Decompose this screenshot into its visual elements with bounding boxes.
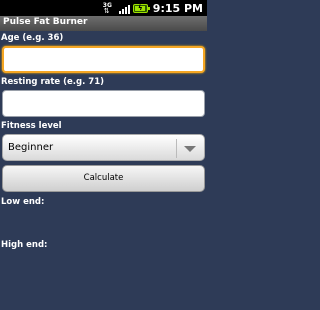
- fitness-level-spinner[interactable]: Beginner: [2, 134, 205, 161]
- status-bar: 3G ⇅ ϟ 9:15 PM: [0, 0, 207, 16]
- app-title: Pulse Fat Burner: [3, 17, 88, 27]
- app-title-bar: Pulse Fat Burner: [0, 16, 207, 31]
- resting-rate-input[interactable]: [2, 90, 205, 117]
- age-input[interactable]: [2, 46, 205, 73]
- status-icons: 3G ⇅ ϟ 9:15 PM: [103, 0, 203, 16]
- low-end-label: Low end:: [1, 197, 45, 207]
- resting-rate-label: Resting rate (e.g. 71): [1, 77, 105, 87]
- high-end-label: High end:: [1, 240, 48, 250]
- calculate-button[interactable]: Calculate: [2, 165, 205, 192]
- status-time: 9:15 PM: [152, 1, 203, 15]
- spinner-divider: [176, 139, 177, 158]
- 3g-data-icon: 3G ⇅: [102, 2, 112, 15]
- fitness-level-label: Fitness level: [1, 121, 62, 131]
- chevron-down-icon: [184, 146, 196, 152]
- fitness-level-value: Beginner: [8, 142, 54, 153]
- signal-icon: [118, 2, 130, 14]
- age-label: Age (e.g. 36): [1, 33, 64, 43]
- battery-charging-icon: ϟ: [132, 3, 150, 13]
